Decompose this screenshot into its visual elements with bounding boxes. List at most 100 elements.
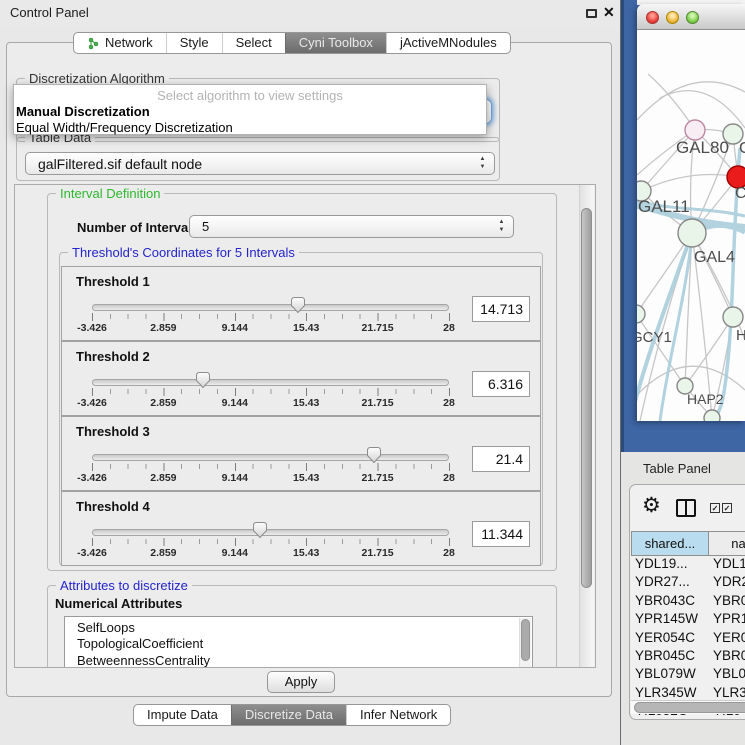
tab-jactivemnodules[interactable]: jActiveMNodules	[386, 33, 510, 53]
tab-cyni-toolbox[interactable]: Cyni Toolbox	[285, 33, 386, 53]
network-view-window: GAL80 GA CY GAL11 GAL4 GCY1 HA HAP2	[637, 4, 745, 421]
cell-shared-name: YDR27...	[631, 574, 709, 592]
slider-major-ticks	[92, 538, 450, 546]
cell-shared-name: YBR045C	[631, 648, 709, 666]
slider-tick-labels: -3.4262.859 9.14415.43 21.71528	[92, 322, 449, 335]
list-item[interactable]: BetweennessCentrality	[65, 653, 532, 668]
close-icon[interactable]: ✕	[603, 4, 615, 21]
slider-track[interactable]	[92, 304, 449, 311]
cell-name: YDR2	[709, 574, 745, 592]
column-header-shared-name[interactable]: shared...	[631, 531, 709, 556]
table-row[interactable]: YDL19... YDL1	[631, 556, 745, 574]
threshold-value-field[interactable]	[472, 521, 530, 547]
slider-track[interactable]	[92, 379, 449, 386]
table-row[interactable]: YBL079W YBL0	[631, 666, 745, 684]
network-window-titlebar[interactable]	[637, 4, 745, 30]
gear-icon[interactable]: ⚙	[642, 493, 661, 518]
table-panel-box: ⚙ ✓ ✓ shared... na YDL19... YDL1 YDR27..…	[629, 484, 745, 720]
settings-scrollbar[interactable]	[579, 185, 594, 667]
threshold-coordinates-group: Threshold's Coordinates for 5 Intervals …	[59, 252, 543, 566]
checkbox-icon[interactable]: ✓	[710, 503, 720, 513]
network-canvas[interactable]: GAL80 GA CY GAL11 GAL4 GCY1 HA HAP2	[637, 30, 745, 421]
cell-shared-name: YBL079W	[631, 666, 709, 684]
table-data-combobox[interactable]: galFiltered.sif default node ▲▼	[25, 152, 495, 175]
threshold-slider[interactable]: -3.4262.859 9.14415.43 21.71528	[92, 342, 449, 417]
table-row[interactable]: YER054C YER0	[631, 630, 745, 648]
cell-name: YBL0	[709, 666, 745, 684]
tab-network[interactable]: Network	[74, 33, 166, 53]
table-row[interactable]: YBR043C YBR0	[631, 593, 745, 611]
apply-button[interactable]: Apply	[267, 671, 335, 693]
threshold-3-block: Threshold 3 -3.4262.859 9.14415.43 21.71…	[61, 416, 541, 491]
table-header: shared... na	[631, 531, 745, 556]
number-of-intervals-combobox[interactable]: 5 ▲▼	[189, 215, 514, 238]
zoom-traffic-light-icon[interactable]	[686, 11, 699, 24]
slider-track[interactable]	[92, 529, 449, 536]
table-rows: YDL19... YDL1 YDR27... YDR2 YBR043C YBR0…	[631, 556, 745, 720]
threshold-slider[interactable]: -3.4262.859 9.14415.43 21.71528	[92, 267, 449, 342]
tab-style[interactable]: Style	[166, 33, 222, 53]
node-label: HA	[736, 327, 745, 344]
dropdown-option-manual[interactable]: Manual Discretization	[16, 104, 150, 119]
network-icon	[87, 37, 100, 50]
node-gal4[interactable]	[678, 219, 706, 247]
algorithm-dropdown-popup: Select algorithm to view settings Manual…	[13, 84, 487, 135]
node-right-mid[interactable]	[723, 307, 743, 327]
threshold-4-block: Threshold 4 -3.4262.859 9.14415.43 21.71…	[61, 491, 541, 566]
number-of-intervals-label: Number of Intervals	[77, 220, 199, 235]
threshold-value-field[interactable]	[472, 446, 530, 472]
numerical-attributes-list[interactable]: SelfLoops TopologicalCoefficient Between…	[64, 616, 533, 668]
scrollbar-thumb[interactable]	[634, 702, 745, 713]
slider-track[interactable]	[92, 454, 449, 461]
list-item[interactable]: TopologicalCoefficient	[65, 636, 532, 652]
columns-icon[interactable]	[676, 499, 696, 517]
close-traffic-light-icon[interactable]	[646, 11, 659, 24]
interval-definition-group: Interval Definition Number of Intervals …	[47, 193, 557, 571]
node-gal80[interactable]	[685, 120, 705, 140]
node-label: GA	[739, 140, 745, 157]
column-header-name[interactable]: na	[709, 531, 745, 556]
node-label: GAL4	[694, 249, 735, 266]
attributes-group: Attributes to discretize Numerical Attri…	[47, 585, 557, 668]
tab-infer-network[interactable]: Infer Network	[346, 705, 450, 725]
tab-impute-data[interactable]: Impute Data	[134, 705, 231, 725]
threshold-2-block: Threshold 2 -3.4262.859 9.14415.43 21.71…	[61, 341, 541, 416]
desktop-edge	[621, 0, 624, 452]
list-scrollbar[interactable]	[519, 618, 531, 668]
tab-label: Infer Network	[360, 705, 437, 725]
minimize-traffic-light-icon[interactable]	[666, 11, 679, 24]
node-bottom[interactable]	[704, 410, 720, 421]
node-gcy1[interactable]	[637, 305, 645, 323]
table-panel-title: Table Panel	[643, 461, 711, 476]
cell-name: YER0	[709, 630, 745, 648]
list-item[interactable]: SelfLoops	[65, 617, 532, 636]
dropdown-option-equal-width[interactable]: Equal Width/Frequency Discretization	[16, 120, 233, 135]
panel-title: Control Panel	[10, 5, 89, 20]
control-panel-titlebar: Control Panel ✕	[0, 0, 620, 26]
threshold-value-field[interactable]	[472, 296, 530, 322]
threshold-slider[interactable]: -3.4262.859 9.14415.43 21.71528	[92, 492, 449, 567]
table-row[interactable]: YBR045C YBR0	[631, 648, 745, 666]
scrollbar-thumb[interactable]	[581, 208, 592, 588]
float-window-icon[interactable]	[586, 9, 597, 18]
node-label: GAL11	[638, 197, 690, 216]
attribute-items: SelfLoops TopologicalCoefficient Between…	[65, 617, 532, 668]
tab-discretize-data[interactable]: Discretize Data	[231, 705, 346, 725]
cell-shared-name: YBR043C	[631, 593, 709, 611]
table-row[interactable]: YPR145W YPR1	[631, 611, 745, 629]
top-tab-bar: Network Style Select Cyni Toolbox jActiv…	[73, 32, 511, 54]
tab-label: Discretize Data	[245, 705, 333, 725]
settings-scrollpane: Interval Definition Number of Intervals …	[14, 184, 596, 668]
tab-label: Style	[180, 33, 209, 53]
tab-label: jActiveMNodules	[400, 33, 497, 53]
horizontal-scrollbar[interactable]	[631, 700, 745, 714]
combobox-value: galFiltered.sif default node	[38, 153, 202, 175]
spinner-arrows-icon: ▲▼	[478, 155, 487, 171]
threshold-value-field[interactable]	[472, 371, 530, 397]
cell-name: YBR0	[709, 593, 745, 611]
tab-label: Network	[105, 33, 153, 53]
tab-select[interactable]: Select	[222, 33, 285, 53]
checkbox-icon[interactable]: ✓	[722, 503, 732, 513]
threshold-slider[interactable]: -3.4262.859 9.14415.43 21.71528	[92, 417, 449, 492]
table-row[interactable]: YDR27... YDR2	[631, 574, 745, 592]
